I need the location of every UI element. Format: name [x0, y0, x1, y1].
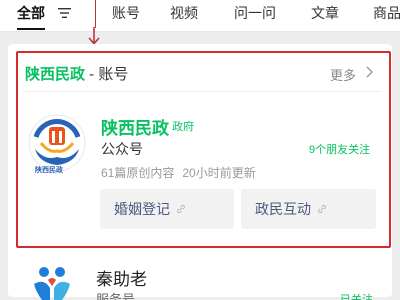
- next-account-name[interactable]: 秦助老: [96, 265, 147, 290]
- annotation-line: [95, 0, 96, 28]
- tab-articles[interactable]: 文章: [311, 3, 339, 23]
- active-tab-indicator: [17, 28, 45, 30]
- menu-chip-label: 政民互动: [255, 201, 311, 217]
- search-tab-bar: 全部 账号 视频 问一问 文章 商品: [0, 0, 400, 32]
- link-icon: [318, 204, 326, 214]
- logo-text: 陕西民政: [35, 167, 63, 174]
- section-header: 陕西民政 - 账号: [25, 63, 128, 84]
- tab-all[interactable]: 全部: [17, 3, 45, 23]
- tab-products[interactable]: 商品: [373, 3, 400, 23]
- menu-chip-label: 婚姻登记: [114, 201, 170, 217]
- next-account-logo[interactable]: [28, 262, 76, 300]
- account-type: 公众号: [101, 141, 143, 157]
- red-arrow-annotation: [88, 27, 100, 45]
- menu-chip-interaction[interactable]: 政民互动: [241, 189, 376, 229]
- next-account-type: 服务号: [96, 292, 136, 300]
- last-updated: 20小时前更新: [182, 166, 256, 180]
- account-name[interactable]: 陕西民政: [101, 114, 169, 139]
- section-brand: 陕西民政: [25, 66, 86, 83]
- article-count: 61篇原创内容: [101, 166, 175, 180]
- section-suffix: - 账号: [85, 66, 129, 83]
- chevron-right-icon[interactable]: [365, 66, 374, 78]
- account-stats: 61篇原创内容 20小时前更新: [101, 164, 256, 181]
- tab-videos[interactable]: 视频: [170, 3, 198, 23]
- government-badge: 政府: [172, 121, 194, 133]
- filter-icon[interactable]: [58, 7, 71, 19]
- link-icon: [177, 204, 185, 214]
- friends-following: 9个朋友关注: [309, 144, 371, 156]
- menu-chip-marriage[interactable]: 婚姻登记: [100, 189, 234, 229]
- tab-accounts[interactable]: 账号: [112, 3, 140, 23]
- tab-ask[interactable]: 问一问: [234, 3, 276, 23]
- more-link[interactable]: 更多: [330, 65, 356, 84]
- divider: [25, 91, 382, 92]
- followed-status: 已关注: [340, 294, 373, 300]
